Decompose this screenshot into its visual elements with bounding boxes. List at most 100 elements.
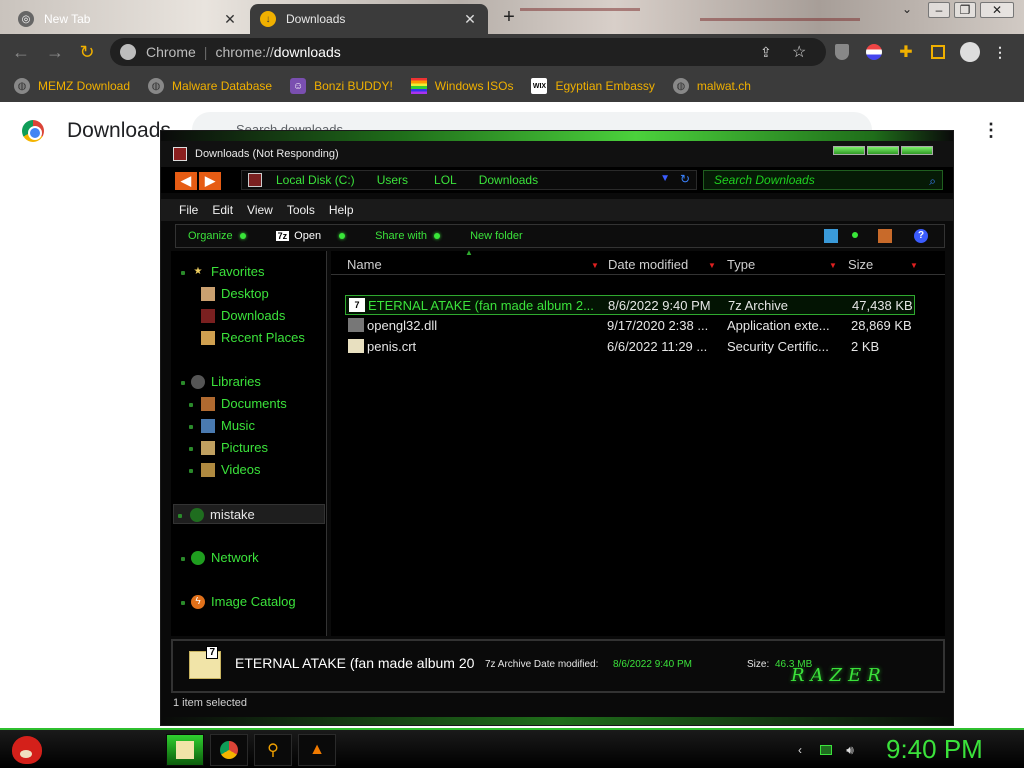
column-name[interactable]: Name ▼ <box>347 257 599 272</box>
reload-icon[interactable]: ↻ <box>76 42 98 62</box>
nav-pictures[interactable]: Pictures <box>201 440 268 455</box>
extensions-puzzle-icon[interactable]: ✚ <box>896 42 916 62</box>
search-downloads-field[interactable]: Search Downloads ⌕ <box>703 170 943 190</box>
back-icon[interactable]: ← <box>10 42 32 62</box>
preview-pane-icon[interactable] <box>878 229 892 243</box>
start-button[interactable] <box>10 732 46 768</box>
7z-badge: 7 <box>206 646 218 659</box>
chevron-down-icon[interactable]: ▼ <box>660 173 670 184</box>
volume-icon[interactable]: 🔊︎ <box>842 742 858 758</box>
taskbar-vlc[interactable]: ▲ <box>298 734 336 766</box>
bookmark-star-icon[interactable]: ☆ <box>792 42 806 62</box>
restore-button[interactable]: ❐ <box>954 2 976 18</box>
nav-mistake-item[interactable]: mistake <box>190 507 255 522</box>
close-tab-icon[interactable]: ✕ <box>462 11 478 28</box>
column-type[interactable]: Type ▼ <box>727 257 837 272</box>
more-actions-icon[interactable]: ⋮ <box>982 120 1000 141</box>
nav-label: Pictures <box>221 440 268 455</box>
maximize-button[interactable] <box>867 146 899 155</box>
breadcrumb-downloads[interactable]: Downloads <box>479 173 538 187</box>
nav-documents[interactable]: Documents <box>201 396 287 411</box>
forward-arrow-icon[interactable]: ▶ <box>199 172 221 190</box>
column-date-modified[interactable]: Date modified ▼ <box>608 257 716 272</box>
view-dropdown-icon[interactable] <box>848 229 862 243</box>
bookmark-malware-database[interactable]: ◍ Malware Database <box>148 78 272 94</box>
chevron-down-icon[interactable]: ▼ <box>591 261 599 270</box>
close-button[interactable] <box>901 146 933 155</box>
table-row[interactable]: 7 ETERNAL ATAKE (fan made album 2... 8/6… <box>345 295 915 315</box>
column-label: Name <box>347 257 382 272</box>
menu-view[interactable]: View <box>247 203 273 217</box>
chevron-down-icon[interactable]: ▼ <box>708 261 716 270</box>
breadcrumb-local-disk[interactable]: Local Disk (C:) <box>276 173 355 187</box>
angry-bird-icon <box>12 736 42 764</box>
column-header: ▲ Name ▼ Date modified ▼ Type ▼ Size ▼ <box>331 248 945 275</box>
table-row[interactable]: penis.crt 6/6/2022 11:29 ... Security Ce… <box>345 337 915 357</box>
ublock-extension-icon[interactable] <box>832 42 852 62</box>
menu-tools[interactable]: Tools <box>287 203 315 217</box>
chrome-menu-icon[interactable]: ⋮ <box>990 42 1010 62</box>
tray-expand-icon[interactable]: ‹ <box>792 742 808 758</box>
window-title: Downloads (Not Responding) <box>195 148 339 160</box>
bookmark-windows-isos[interactable]: Windows ISOs <box>410 78 513 94</box>
new-folder-button[interactable]: New folder <box>470 230 523 242</box>
table-row[interactable]: opengl32.dll 9/17/2020 2:38 ... Applicat… <box>345 316 915 336</box>
breadcrumb-lol[interactable]: LOL <box>434 173 457 187</box>
nav-downloads[interactable]: Downloads <box>201 308 285 323</box>
details-size-label: Size: <box>747 659 770 670</box>
nav-image-catalog[interactable]: ϟ Image Catalog <box>191 594 296 609</box>
details-date-value: 8/6/2022 9:40 PM <box>613 659 692 670</box>
network-tray-icon[interactable] <box>818 742 834 758</box>
profile-avatar-icon[interactable] <box>960 42 980 62</box>
refresh-icon[interactable]: ↻ <box>680 172 690 186</box>
file-type: Security Certific... <box>727 339 829 354</box>
explorer-address-bar[interactable]: Local Disk (C:) Users LOL Downloads ▼ ↻ <box>241 170 697 190</box>
chevron-down-icon[interactable]: ▼ <box>829 261 837 270</box>
minimize-button[interactable] <box>833 146 865 155</box>
open-dropdown-button[interactable] <box>339 233 346 239</box>
menu-file[interactable]: File <box>179 203 198 217</box>
minimize-button[interactable]: – <box>928 2 950 18</box>
nav-libraries[interactable]: Libraries <box>191 374 261 389</box>
chevron-down-icon[interactable]: ▼ <box>910 261 918 270</box>
share-icon[interactable]: ⇪ <box>760 44 772 61</box>
menu-edit[interactable]: Edit <box>212 203 233 217</box>
menu-help[interactable]: Help <box>329 203 354 217</box>
nav-recent-places[interactable]: Recent Places <box>201 330 305 345</box>
taskbar-clock[interactable]: 9:40 PM <box>886 734 983 765</box>
wallpaper-streak <box>700 18 860 21</box>
open-button[interactable]: 7z Open <box>275 230 321 242</box>
new-tab-button[interactable]: + <box>498 6 520 29</box>
nav-desktop[interactable]: Desktop <box>201 286 269 301</box>
nav-music[interactable]: Music <box>201 418 255 433</box>
share-with-button[interactable]: Share with <box>375 230 441 242</box>
tab-downloads[interactable]: ↓ Downloads ✕ <box>250 4 488 34</box>
close-tab-icon[interactable]: ✕ <box>222 11 238 28</box>
flag-extension-icon[interactable] <box>864 42 884 62</box>
search-icon[interactable]: ⌕ <box>929 172 936 190</box>
tab-new-tab[interactable]: ◎ New Tab ✕ <box>8 4 248 34</box>
view-options-icon[interactable] <box>824 229 838 243</box>
back-arrow-icon[interactable]: ◀ <box>175 172 197 190</box>
bookmark-memz-download[interactable]: ◍ MEMZ Download <box>14 78 130 94</box>
taskbar-chrome[interactable] <box>210 734 248 766</box>
bookmark-malwatch[interactable]: ◍ malwat.ch <box>672 78 751 94</box>
organize-button[interactable]: Organize <box>188 230 246 242</box>
forward-icon[interactable]: → <box>44 42 66 62</box>
taskbar-search[interactable]: ⚲ <box>254 734 292 766</box>
tab-search-icon[interactable]: ⌄ <box>896 2 918 18</box>
nav-network[interactable]: Network <box>191 550 259 565</box>
breadcrumb-users[interactable]: Users <box>377 173 408 187</box>
nav-mistake[interactable]: mistake <box>173 504 325 524</box>
help-icon[interactable]: ? <box>914 229 928 243</box>
bookmark-egyptian-embassy[interactable]: WIX Egyptian Embassy <box>531 78 655 94</box>
nav-favorites[interactable]: ★ Favorites <box>191 264 265 279</box>
nav-videos[interactable]: Videos <box>201 462 261 477</box>
close-window-button[interactable]: ✕ <box>980 2 1014 18</box>
file-type: Application exte... <box>727 318 830 333</box>
column-size[interactable]: Size ▼ <box>848 257 918 272</box>
taskbar-explorer[interactable] <box>166 734 204 766</box>
bookmark-bonzi-buddy[interactable]: ☺ Bonzi BUDDY! <box>290 78 393 94</box>
address-bar[interactable]: Chrome | chrome://downloads ⇪ ☆ <box>110 38 826 66</box>
side-panel-icon[interactable] <box>928 42 948 62</box>
